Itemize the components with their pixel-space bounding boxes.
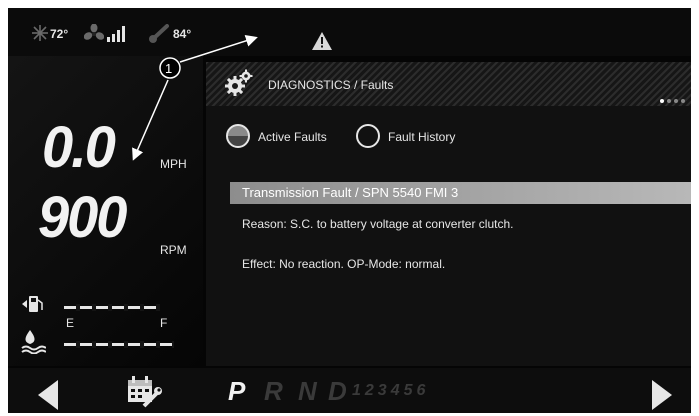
calendar-service-icon[interactable] — [126, 376, 162, 408]
fault-history-radio[interactable] — [356, 124, 380, 148]
fault-item[interactable]: Transmission Fault / SPN 5540 FMI 3 — [230, 182, 691, 204]
inside-temperature: 72° — [50, 27, 69, 41]
status-bar: 72° 84° — [8, 8, 691, 56]
page-dot — [681, 99, 685, 103]
signal-bars-icon — [107, 26, 125, 42]
page-dot — [674, 99, 678, 103]
previous-arrow-icon[interactable] — [38, 380, 58, 410]
diagnostics-header: DIAGNOSTICS / Faults — [206, 62, 691, 106]
fuel-gauge-segments — [64, 304, 160, 311]
page-dot — [667, 99, 671, 103]
fault-reason: Reason: S.C. to battery voltage at conve… — [242, 217, 514, 231]
next-arrow-icon[interactable] — [652, 380, 672, 410]
fault-effect: Effect: No reaction. OP-Mode: normal. — [242, 257, 446, 271]
bottom-bar: P R N D 123456 — [8, 368, 691, 413]
tab-fault-history[interactable]: Fault History — [388, 130, 455, 144]
gear-r: R — [264, 376, 283, 406]
fuel-full-label: F — [160, 316, 168, 330]
thermometer-icon — [149, 24, 169, 43]
def-fluid-icon — [21, 330, 46, 354]
rpm-unit: RPM — [160, 243, 187, 257]
page-title: DIAGNOSTICS / Faults — [268, 78, 394, 92]
snowflake-icon — [32, 25, 48, 41]
instrument-panel: 0.0 MPH 900 RPM E F — [8, 56, 203, 366]
warning-icon[interactable] — [312, 32, 332, 50]
speed-value: 0.0 — [42, 113, 116, 180]
speed-unit: MPH — [160, 157, 187, 171]
active-faults-radio[interactable] — [226, 124, 250, 148]
fan-icon — [84, 24, 104, 40]
page-indicator[interactable] — [657, 90, 685, 108]
settings-gears-icon — [225, 69, 253, 96]
outside-temperature: 84° — [173, 27, 192, 41]
tab-active-faults[interactable]: Active Faults — [258, 130, 327, 144]
fuel-empty-label: E — [66, 316, 75, 330]
fault-title: Transmission Fault / SPN 5540 FMI 3 — [242, 185, 459, 200]
gear-n: N — [298, 376, 317, 406]
callout-number: 1 — [165, 61, 173, 76]
gear-d: D — [328, 376, 347, 406]
display-screen: 72° 84° 0.0 MPH 900 RPM E F DIAGNOSTICS … — [8, 8, 691, 413]
page-dot — [660, 99, 664, 103]
diagnostics-panel: DIAGNOSTICS / Faults Active Faults Fault… — [206, 62, 691, 366]
fuel-pump-icon — [22, 296, 43, 312]
gear-p: P — [228, 376, 246, 406]
def-gauge-segments — [64, 341, 174, 348]
gear-numbers: 123456 — [352, 382, 430, 399]
rpm-value: 900 — [38, 183, 127, 250]
